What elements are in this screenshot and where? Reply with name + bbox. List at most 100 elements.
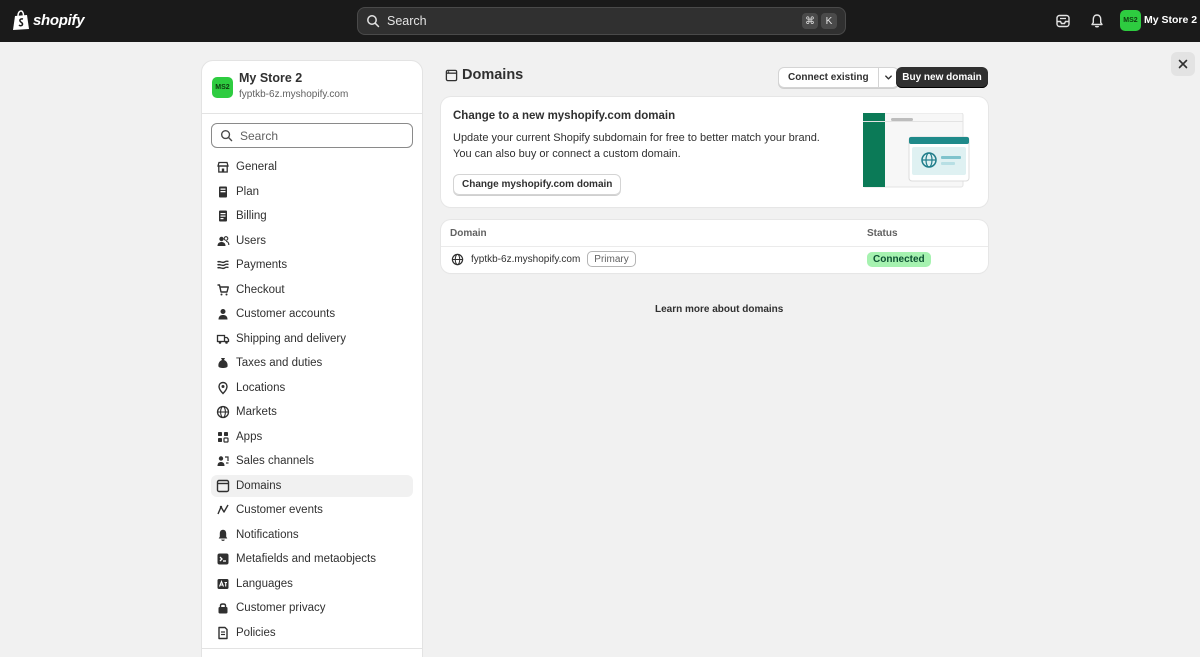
connect-dropdown-toggle[interactable] [877,68,898,87]
domain-name[interactable]: fyptkb-6z.myshopify.com [471,254,580,265]
sidebar-item-label: Apps [236,430,263,443]
sidebar-item-domains[interactable]: Domains [211,474,413,497]
divider [202,113,422,114]
truck-icon [216,334,230,344]
sidebar-item-label: Payments [236,259,288,271]
domain-illustration [863,113,970,188]
lock-icon [218,603,228,614]
sidebar-item-apps[interactable]: Apps [211,426,413,448]
sidebar-item-label: Users [236,234,267,247]
sidebar-item-locations[interactable]: Locations [211,377,413,399]
sidebar-item-languages[interactable]: Languages [211,573,413,595]
k-key: K [821,13,837,29]
bell-icon[interactable] [1089,13,1105,29]
sidebar-item-label: Languages [236,577,293,590]
top-bar: shopify Search ⌘ K MS2 My Store 2 [0,0,1200,42]
connect-existing-button[interactable]: Connect existing [778,67,899,88]
search-icon [367,15,380,28]
sidebar-item-label: Locations [236,381,286,394]
metafields-icon [217,553,229,565]
inbox-icon[interactable] [1055,13,1071,29]
learn-more-domains-link[interactable]: Learn more about domains [655,304,783,315]
sidebar-item-notifications[interactable]: Notifications [211,524,413,546]
globe-icon [451,253,464,265]
sidebar-item-payments[interactable]: Payments [211,254,413,276]
store-name: My Store 2 [239,71,303,85]
sidebar-item-markets[interactable]: Markets [211,401,413,423]
sidebar-item-label: Customer events [236,504,323,516]
sidebar-item-checkout[interactable]: Checkout [211,279,413,301]
language-icon [217,578,229,589]
sidebar-item-policies[interactable]: Policies [211,622,413,644]
sidebar-item-plan[interactable]: Plan [211,181,413,203]
sidebar-item-label: Notifications [236,528,299,541]
promo-line-1: Update your current Shopify subdomain fo… [453,132,820,144]
users-icon [217,235,230,246]
globe-icon [216,405,230,419]
sidebar-item-label: Metafields and metaobjects [236,553,376,565]
buy-new-domain-button[interactable]: Buy new domain [896,67,988,88]
sidebar-item-label: Markets [236,406,277,418]
sidebar-item-customer-accounts[interactable]: Customer accounts [211,303,413,325]
page-header: Domains [445,67,523,83]
column-header-domain: Domain [450,228,487,239]
domains-table: Domain Status fyptkb-6z.myshopify.com Pr… [441,220,988,273]
table-row[interactable]: fyptkb-6z.myshopify.com Primary [451,251,636,267]
global-search[interactable]: Search ⌘ K [357,7,846,35]
apps-icon [218,431,229,443]
sidebar-item-general[interactable]: General [211,156,413,178]
shopify-logo[interactable]: shopify [12,10,85,31]
store-avatar[interactable]: MS2 [1120,10,1141,31]
domain-icon [445,69,458,81]
sidebar-item-shipping-and-delivery[interactable]: Shipping and delivery [211,328,413,350]
store-menu-name[interactable]: My Store 2 [1144,14,1197,26]
change-myshopify-domain-button[interactable]: Change myshopify.com domain [453,174,622,195]
close-icon [1178,59,1188,69]
divider [202,648,422,649]
plan-icon [219,186,227,197]
page-title: Domains [462,67,524,83]
primary-badge: Primary [587,251,636,267]
billing-icon [219,210,227,222]
close-settings-button[interactable] [1171,52,1195,76]
location-icon [218,381,228,394]
events-icon [217,504,229,515]
status-badge: Connected [867,252,931,267]
column-header-status: Status [867,228,898,239]
sidebar-item-sales-channels[interactable]: Sales channels [211,450,413,472]
sidebar-item-billing[interactable]: Billing [211,205,413,227]
sidebar-item-label: Plan [236,185,260,198]
sidebar-item-metafields-and-metaobjects[interactable]: Metafields and metaobjects [211,548,413,570]
global-search-label: Search [387,14,427,28]
settings-search-placeholder: Search [240,128,279,143]
settings-search-input[interactable]: Search [211,123,413,148]
sidebar-item-label: Shipping and delivery [236,332,346,345]
sidebar-item-customer-events[interactable]: Customer events [211,499,413,521]
store-icon [217,161,229,173]
promo-description: Update your current Shopify subdomain fo… [453,131,823,162]
shopify-bag-icon [13,10,29,30]
store-header: MS2 My Store 2 fyptkb-6z.myshopify.com [212,71,348,100]
sidebar-item-label: Checkout [236,283,285,296]
sidebar-item-label: Customer privacy [236,602,326,614]
sidebar-item-label: Customer accounts [236,308,336,320]
connect-existing-label: Connect existing [788,72,869,83]
sidebar-item-users[interactable]: Users [211,230,413,252]
settings-nav: General Plan Billing Users Payments Checkout C… [211,156,413,646]
store-avatar-sidebar: MS2 [212,77,233,98]
command-key: ⌘ [802,13,818,29]
sidebar-item-label: Sales channels [236,455,314,467]
store-domain: fyptkb-6z.myshopify.com [239,89,349,100]
brand-name: shopify [33,12,85,29]
policy-icon [218,626,228,639]
promo-title: Change to a new myshopify.com domain [453,110,676,122]
promo-line-2: You can also buy or connect a custom dom… [453,147,681,160]
sidebar-item-label: Domains [236,479,282,492]
divider [441,246,988,247]
payments-icon [217,260,229,270]
domain-icon [216,479,230,492]
sidebar-item-customer-privacy[interactable]: Customer privacy [211,597,413,619]
change-subdomain-card: Change to a new myshopify.com domain Upd… [441,97,988,207]
sidebar-item-label: General [236,161,277,173]
sidebar-item-taxes-and-duties[interactable]: Taxes and duties [211,352,413,374]
